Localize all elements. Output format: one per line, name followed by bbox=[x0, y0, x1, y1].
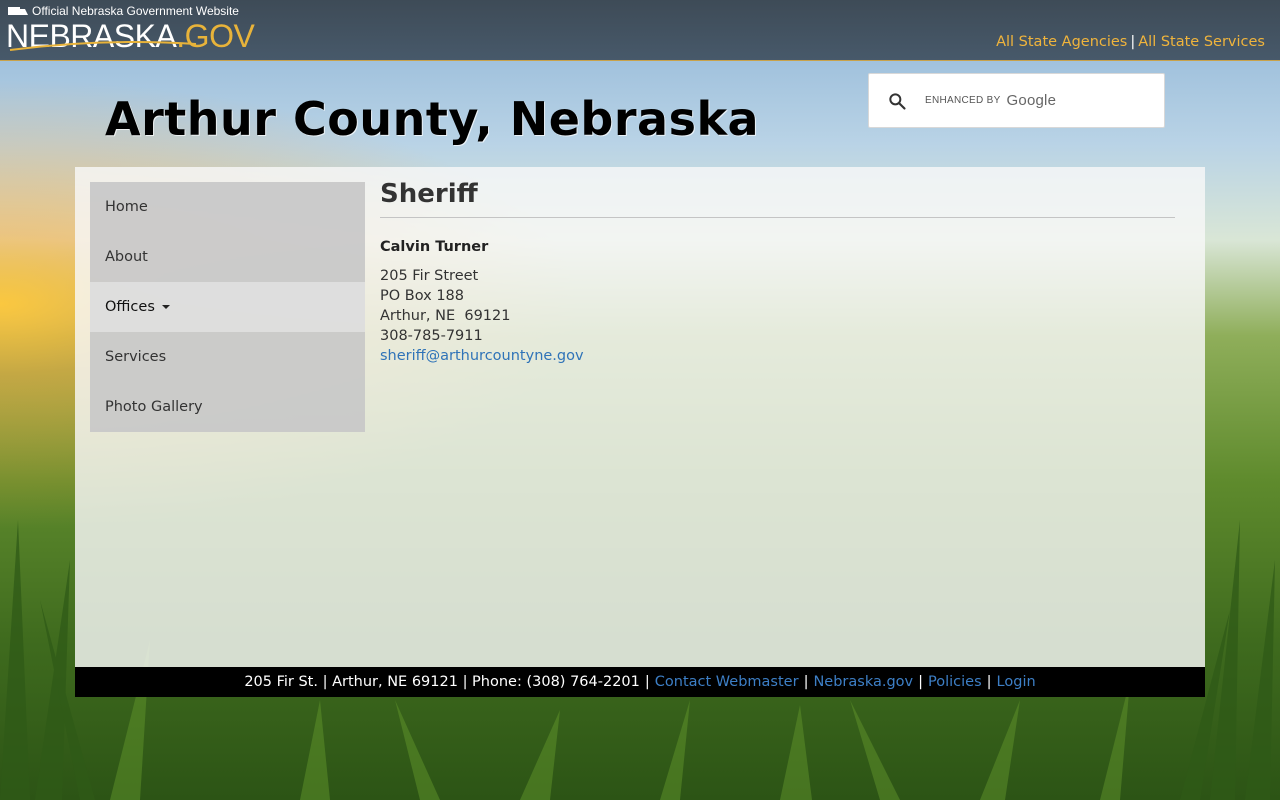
main-panel: Home About Offices Services Photo Galler… bbox=[75, 167, 1205, 667]
site-search-box[interactable]: ENHANCED BY Google bbox=[868, 73, 1165, 128]
nav-item-photo-gallery[interactable]: Photo Gallery bbox=[90, 382, 365, 432]
contact-name: Calvin Turner bbox=[380, 239, 489, 255]
address-line-2: PO Box 188 bbox=[380, 288, 465, 304]
link-separator: | bbox=[1130, 34, 1136, 50]
state-links: All State Agencies | All State Services bbox=[996, 34, 1265, 50]
footer-separator: | bbox=[644, 674, 650, 690]
footer-address: 205 Fir St. | Arthur, NE 69121 | Phone: … bbox=[244, 674, 640, 690]
nav-item-home[interactable]: Home bbox=[90, 182, 365, 232]
nav-item-offices[interactable]: Offices bbox=[90, 282, 365, 332]
nebraska-gov-link[interactable]: Nebraska.gov bbox=[813, 674, 913, 690]
search-input[interactable] bbox=[869, 74, 1164, 127]
email-link[interactable]: sheriff@arthurcountyne.gov bbox=[380, 348, 584, 364]
all-state-agencies-link[interactable]: All State Agencies bbox=[996, 34, 1127, 50]
page-heading: Sheriff bbox=[380, 179, 1175, 218]
footer-separator: | bbox=[918, 674, 924, 690]
official-site-notice: Official Nebraska Government Website bbox=[8, 4, 239, 18]
nav-item-label: About bbox=[105, 249, 148, 265]
site-footer: 205 Fir St. | Arthur, NE 69121 | Phone: … bbox=[75, 667, 1205, 697]
official-site-text: Official Nebraska Government Website bbox=[32, 4, 239, 18]
contact-details: 205 Fir Street PO Box 188 Arthur, NE 691… bbox=[380, 266, 1175, 366]
logo-swoosh-icon bbox=[9, 41, 197, 51]
nav-item-services[interactable]: Services bbox=[90, 332, 365, 382]
nav-item-label: Offices bbox=[105, 299, 155, 315]
nav-item-label: Photo Gallery bbox=[105, 399, 203, 415]
address-line-1: 205 Fir Street bbox=[380, 268, 479, 284]
caret-down-icon bbox=[161, 305, 170, 309]
nebraska-gov-bar: Official Nebraska Government Website NEB… bbox=[0, 0, 1280, 61]
footer-separator: | bbox=[803, 674, 809, 690]
footer-separator: | bbox=[986, 674, 992, 690]
side-navigation: Home About Offices Services Photo Galler… bbox=[90, 182, 365, 432]
nav-item-about[interactable]: About bbox=[90, 232, 365, 282]
city-state-zip: Arthur, NE 69121 bbox=[380, 308, 511, 324]
office-content: Sheriff Calvin Turner 205 Fir Street PO … bbox=[380, 179, 1175, 366]
nebraska-state-icon bbox=[8, 7, 28, 15]
nav-item-label: Services bbox=[105, 349, 167, 365]
contact-webmaster-link[interactable]: Contact Webmaster bbox=[655, 674, 799, 690]
nav-item-label: Home bbox=[105, 199, 148, 215]
all-state-services-link[interactable]: All State Services bbox=[1138, 34, 1265, 50]
policies-link[interactable]: Policies bbox=[928, 674, 982, 690]
site-title[interactable]: Arthur County, Nebraska bbox=[105, 92, 759, 146]
phone-number: 308-785-7911 bbox=[380, 328, 483, 344]
login-link[interactable]: Login bbox=[997, 674, 1036, 690]
